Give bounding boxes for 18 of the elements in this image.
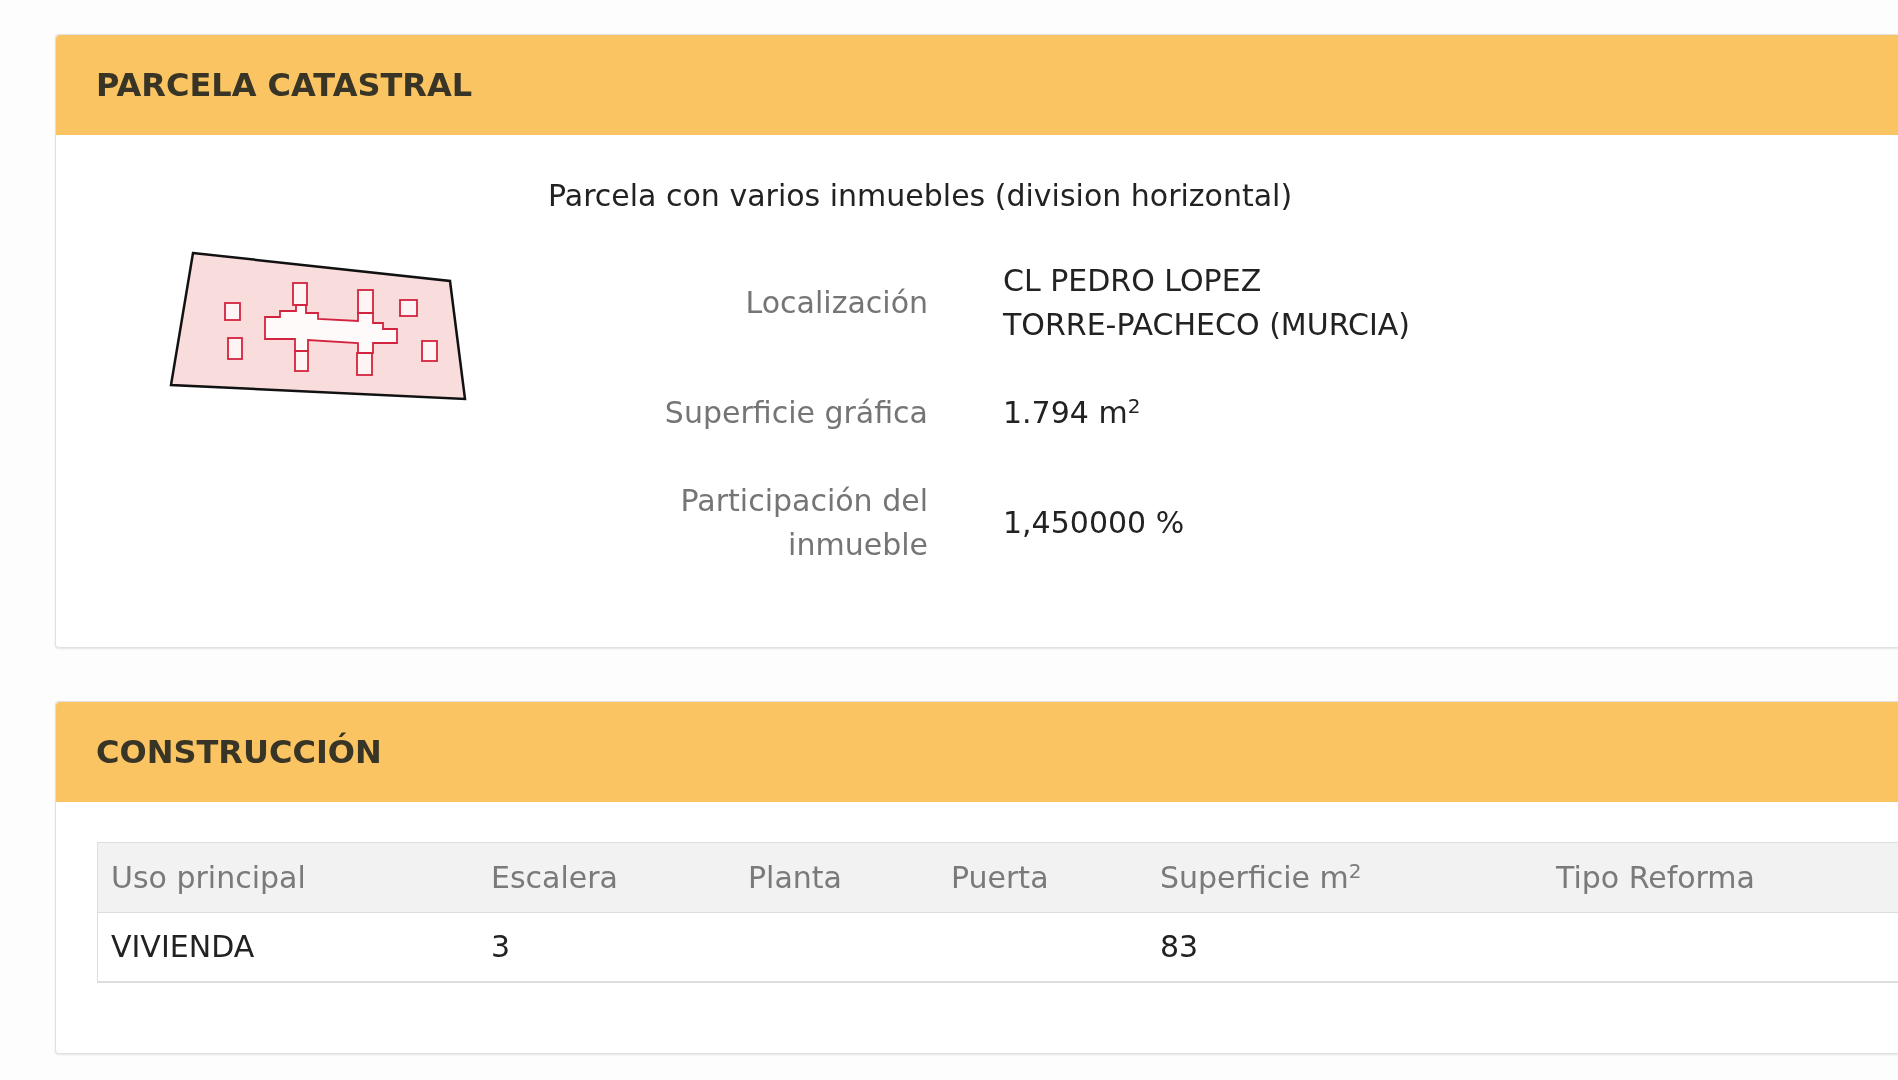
table-cell: 3 — [491, 929, 511, 964]
parcel-description: Parcela con varios inmuebles (division horizontal) — [548, 177, 1294, 215]
column-header: Uso principal — [111, 859, 306, 895]
column-header: Puerta — [951, 859, 1049, 895]
column-header: Tipo Reforma — [1556, 859, 1755, 895]
field-label: Localización — [744, 284, 928, 322]
field-value: 1.794 m$^{2}$ — [1003, 393, 1142, 432]
table-cell: 83 — [1160, 929, 1199, 964]
table-cell: VIVIENDA — [111, 929, 255, 964]
column-header: Escalera — [491, 859, 618, 895]
field-value: 1,450000 % — [1003, 504, 1186, 542]
field-value: CL PEDRO LOPEZ — [1003, 262, 1263, 300]
field-label: Superficie gráfica — [663, 394, 928, 432]
column-header: Planta — [748, 859, 842, 895]
column-header: Superficie m$^{2}$ — [1160, 859, 1362, 895]
section-title: PARCELA CATASTRAL — [96, 69, 473, 101]
field-label: Participación del inmueble — [679, 482, 928, 564]
field-value: TORRE-PACHECO (MURCIA) — [1003, 306, 1411, 344]
